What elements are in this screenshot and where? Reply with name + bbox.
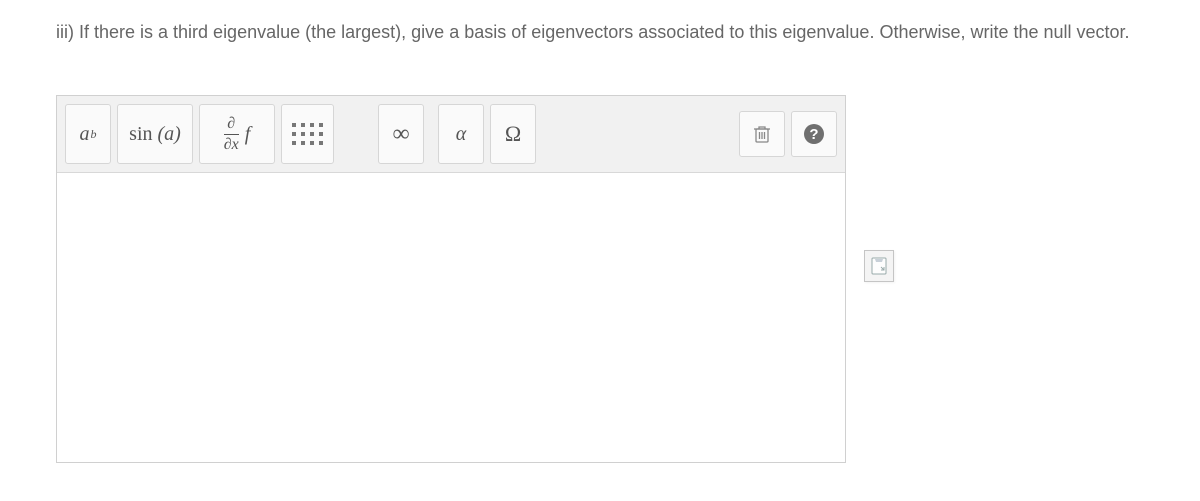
fullscreen-button[interactable]	[864, 250, 894, 282]
infinity-button[interactable]: ∞	[378, 104, 424, 164]
matrix-icon	[292, 123, 323, 145]
partial-den: ∂x	[224, 134, 239, 153]
help-icon: ?	[803, 123, 825, 145]
matrix-button[interactable]	[281, 104, 334, 164]
math-editor: ab sin (a) ∂ ∂x f ∞	[56, 95, 846, 463]
trash-button[interactable]	[739, 111, 785, 157]
toolbar: ab sin (a) ∂ ∂x f ∞	[57, 96, 845, 172]
partial-num: ∂	[227, 116, 235, 134]
omega-button[interactable]: Ω	[490, 104, 536, 164]
sin-button[interactable]: sin (a)	[117, 104, 193, 164]
fullscreen-icon	[870, 256, 888, 276]
alpha-button[interactable]: α	[438, 104, 484, 164]
right-tools: ?	[739, 111, 837, 157]
partial-derivative-button[interactable]: ∂ ∂x f	[199, 104, 275, 164]
svg-text:?: ?	[809, 126, 818, 143]
math-input-area[interactable]	[57, 172, 845, 462]
power-button[interactable]: ab	[65, 104, 111, 164]
partial-f: f	[245, 123, 251, 146]
power-base: a	[80, 123, 90, 146]
question-text: iii) If there is a third eigenvalue (the…	[56, 20, 1144, 45]
sin-arg: a	[164, 123, 174, 146]
sin-label: sin	[129, 123, 152, 146]
partial-fraction: ∂ ∂x	[224, 116, 239, 153]
trash-icon	[753, 124, 771, 144]
editor-wrapper: ab sin (a) ∂ ∂x f ∞	[56, 95, 1144, 463]
power-exponent: b	[91, 127, 97, 142]
help-button[interactable]: ?	[791, 111, 837, 157]
